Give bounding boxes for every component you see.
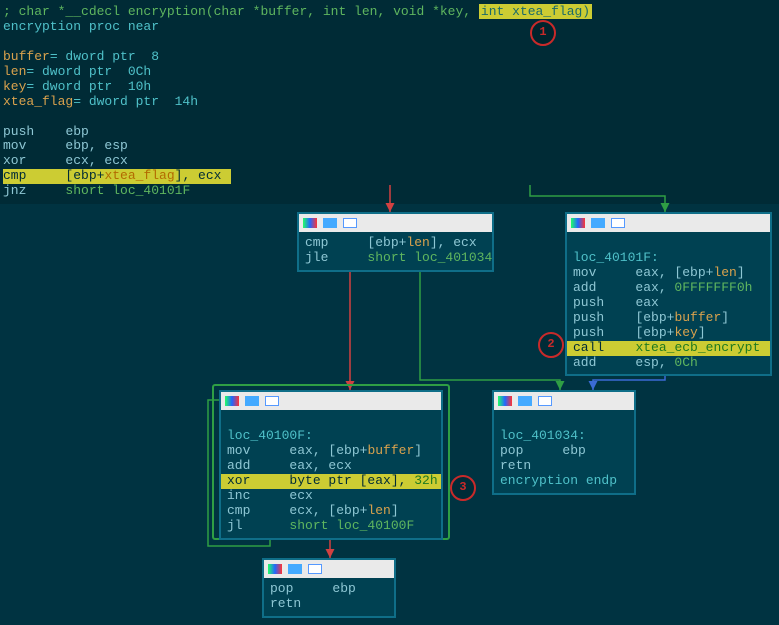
ins-line: mov eax, [ebp+buffer]: [227, 444, 435, 459]
ins-line: xor ecx, ecx: [3, 154, 776, 169]
break-icon: [591, 218, 605, 228]
ins-line: cmp [ebp+len], ecx: [305, 236, 486, 251]
ins-line: push [ebp+buffer]: [573, 311, 764, 326]
tool-icon: [343, 218, 357, 228]
node-xor-loop[interactable]: loc_40100F: mov eax, [ebp+buffer] add ea…: [219, 390, 443, 540]
chart-icon: [498, 396, 512, 406]
annotation-badge-3: 3: [450, 475, 476, 501]
ins-line: retn: [500, 459, 628, 474]
node-header: [221, 392, 441, 410]
annotation-badge-1: 1: [530, 20, 556, 46]
chart-icon: [303, 218, 317, 228]
loc-label: loc_401034:: [500, 429, 628, 444]
xor-highlight: xor byte ptr [eax], 32h: [221, 474, 441, 489]
ins-line: pop ebp: [270, 582, 388, 597]
tool-icon: [611, 218, 625, 228]
ins-line: cmp ecx, [ebp+len]: [227, 504, 435, 519]
node-ret[interactable]: pop ebp retn: [262, 558, 396, 618]
chart-icon: [268, 564, 282, 574]
ins-line: jle short loc_401034: [305, 251, 486, 266]
node-cmp-len[interactable]: cmp [ebp+len], ecx jle short loc_401034: [297, 212, 494, 272]
ins-line: mov eax, [ebp+len]: [573, 266, 764, 281]
tool-icon: [265, 396, 279, 406]
node-header: [567, 214, 770, 232]
tool-icon: [308, 564, 322, 574]
jnz-line: jnz short loc_40101F: [3, 184, 776, 199]
proc-near-line: encryption proc near: [3, 20, 776, 35]
ins-line: retn: [270, 597, 388, 612]
annotation-badge-2: 2: [538, 332, 564, 358]
ins-line: push eax: [573, 296, 764, 311]
break-icon: [245, 396, 259, 406]
var-decl: len= dword ptr 0Ch: [3, 65, 776, 80]
chart-icon: [571, 218, 585, 228]
var-decl: key= dword ptr 10h: [3, 80, 776, 95]
endp-line: encryption endp: [500, 474, 628, 489]
loc-label: loc_40101F:: [573, 251, 764, 266]
ins-line: push [ebp+key]: [573, 326, 764, 341]
ins-line: push ebp: [3, 125, 776, 140]
cmp-highlight: cmp [ebp+xtea_flag], ecx: [3, 169, 231, 184]
call-highlight: call xtea_ecb_encrypt: [567, 341, 770, 356]
node-xtea-call[interactable]: loc_40101F: mov eax, [ebp+len] add eax, …: [565, 212, 772, 376]
ins-line: jl short loc_40100F: [227, 519, 435, 534]
sig-line: ; char *__cdecl encryption(char *buffer,…: [3, 5, 776, 20]
ins-line: add eax, 0FFFFFFF0h: [573, 281, 764, 296]
ins-line: pop ebp: [500, 444, 628, 459]
break-icon: [288, 564, 302, 574]
break-icon: [323, 218, 337, 228]
highlighted-param: int xtea_flag): [479, 4, 592, 19]
loc-label: loc_40100F:: [227, 429, 435, 444]
node-header: [264, 560, 394, 578]
node-header: [494, 392, 634, 410]
node-endp[interactable]: loc_401034: pop ebp retn encryption endp: [492, 390, 636, 495]
chart-icon: [225, 396, 239, 406]
var-decl: xtea_flag= dword ptr 14h: [3, 95, 776, 110]
tool-icon: [538, 396, 552, 406]
ins-line: mov ebp, esp: [3, 139, 776, 154]
top-disassembly-block: ; char *__cdecl encryption(char *buffer,…: [0, 0, 779, 204]
ins-line: add eax, ecx: [227, 459, 435, 474]
break-icon: [518, 396, 532, 406]
ins-line: inc ecx: [227, 489, 435, 504]
var-decl: buffer= dword ptr 8: [3, 50, 776, 65]
ins-line: add esp, 0Ch: [573, 356, 764, 371]
node-header: [299, 214, 492, 232]
